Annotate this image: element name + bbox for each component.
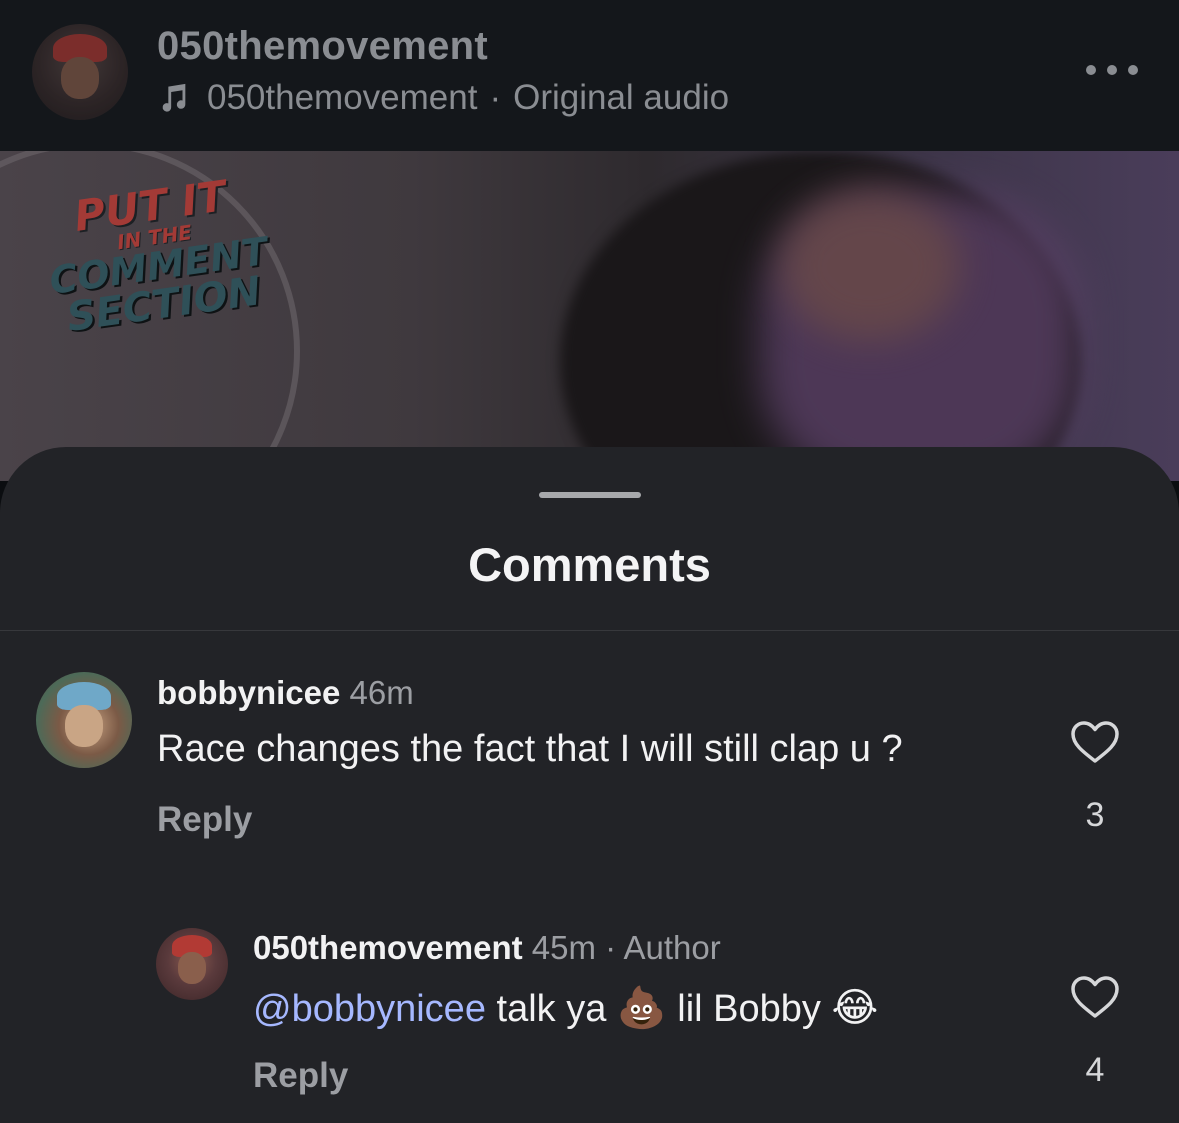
avatar-face xyxy=(177,952,207,985)
audio-label: Original audio xyxy=(513,78,730,117)
video-hand xyxy=(780,191,960,341)
commenter-avatar[interactable] xyxy=(156,928,228,1000)
laughing-emoji-icon: 😂 xyxy=(831,986,879,1030)
comment-text-part: talk ya xyxy=(496,988,607,1030)
poop-emoji-icon: 💩 xyxy=(616,986,667,1030)
heart-icon[interactable] xyxy=(1070,720,1120,764)
more-options-button[interactable] xyxy=(1086,60,1138,80)
commenter-avatar[interactable] xyxy=(36,672,132,768)
reel-header: 050themovement 050themovement · Original… xyxy=(0,0,1179,151)
audio-info[interactable]: 050themovement · Original audio xyxy=(157,78,729,118)
avatar-face xyxy=(60,56,100,99)
more-horizontal-icon xyxy=(1086,65,1096,75)
sheet-title: Comments xyxy=(468,538,711,591)
comment-username[interactable]: 050themovement xyxy=(253,929,523,966)
reel-comments-screen: 050themovement 050themovement · Original… xyxy=(0,0,1179,1123)
avatar-face xyxy=(64,704,104,747)
divider xyxy=(0,630,1179,631)
reply-button[interactable]: Reply xyxy=(253,1056,348,1096)
author-badge: Author xyxy=(623,929,721,966)
comment-text-part: lil Bobby xyxy=(677,988,821,1030)
creator-username[interactable]: 050themovement xyxy=(157,24,488,69)
reply-button[interactable]: Reply xyxy=(157,800,252,840)
like-count: 4 xyxy=(1085,1051,1105,1089)
audio-separator: · xyxy=(489,78,502,117)
mention-link[interactable]: @bobbynicee xyxy=(253,988,486,1030)
heart-icon[interactable] xyxy=(1070,975,1120,1019)
comment-separator: · xyxy=(605,929,617,966)
comment-text: @bobbynicee talk ya 💩 lil Bobby 😂 xyxy=(253,984,878,1031)
music-note-icon xyxy=(162,83,186,112)
audio-owner: 050themovement xyxy=(207,78,478,117)
comment-text: Race changes the fact that I will still … xyxy=(157,728,903,770)
comment-header: 050themovement 45m · Author xyxy=(253,929,721,967)
drag-handle[interactable] xyxy=(539,492,641,498)
more-dot xyxy=(1128,65,1138,75)
comment-time: 45m xyxy=(531,929,596,966)
more-dot xyxy=(1107,65,1117,75)
comment-username[interactable]: bobbynicee xyxy=(157,674,340,711)
comment-header: bobbynicee 46m xyxy=(157,674,414,712)
show-logo: PUT IT IN THE COMMENT SECTION xyxy=(47,158,271,353)
creator-avatar[interactable] xyxy=(32,24,128,120)
like-count: 3 xyxy=(1085,796,1105,834)
comment-time: 46m xyxy=(349,674,414,711)
